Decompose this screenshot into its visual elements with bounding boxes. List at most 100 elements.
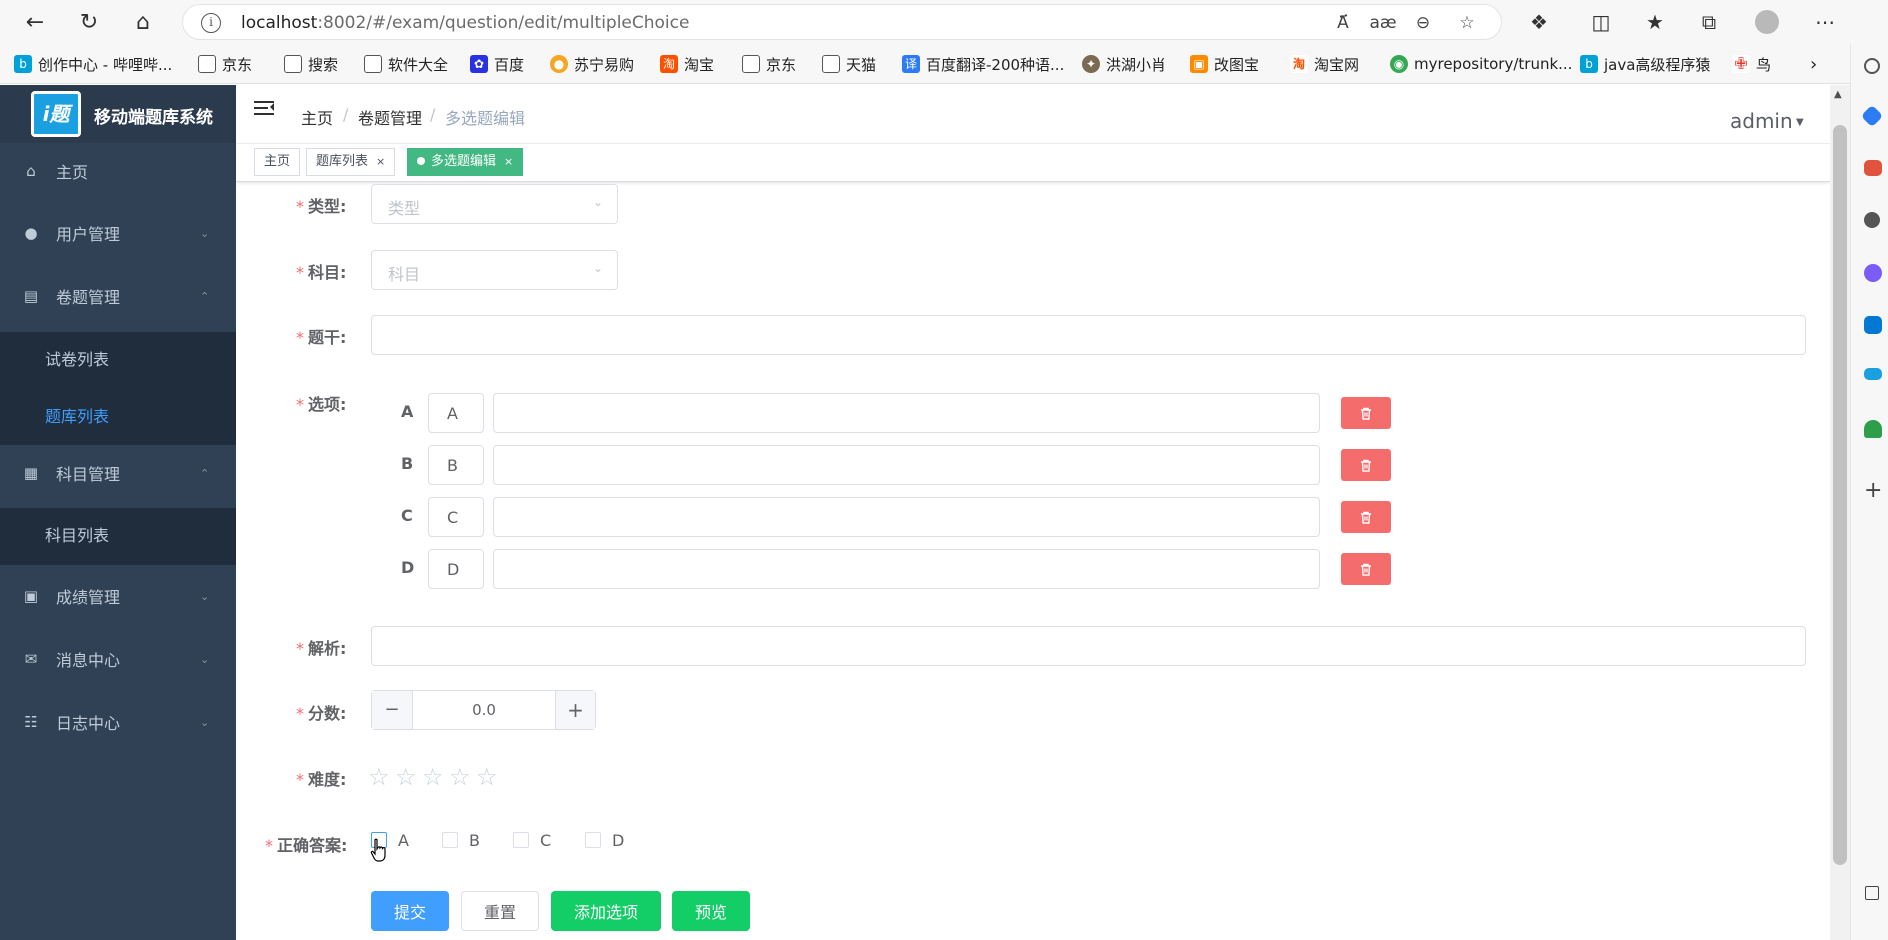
- bookmark-item[interactable]: ✦ 洪湖小肖: [1082, 53, 1166, 75]
- option-key-input[interactable]: B: [428, 445, 484, 485]
- bookmark-item[interactable]: 京东: [198, 53, 252, 75]
- star-icon[interactable]: ☆: [422, 763, 444, 791]
- answer-checkbox[interactable]: [442, 832, 458, 848]
- bookmark-item[interactable]: 京东: [742, 53, 796, 75]
- scroll-thumb[interactable]: [1833, 125, 1847, 865]
- delete-option-button[interactable]: [1341, 397, 1391, 429]
- page-scrollbar[interactable]: ▲: [1830, 85, 1850, 940]
- answer-choice-label[interactable]: C: [540, 831, 551, 850]
- option-key-input[interactable]: C: [428, 497, 484, 537]
- back-icon[interactable]: ←: [18, 6, 52, 38]
- bookmark-item[interactable]: 淘淘宝网: [1290, 53, 1359, 75]
- decrease-button[interactable]: −: [372, 691, 413, 729]
- site-info-icon[interactable]: i: [201, 13, 221, 33]
- option-content-input[interactable]: [493, 393, 1320, 433]
- translate-icon[interactable]: aæ: [1369, 11, 1397, 35]
- increase-button[interactable]: +: [555, 691, 595, 729]
- search-icon[interactable]: [1864, 58, 1880, 74]
- option-key-input[interactable]: A: [428, 393, 484, 433]
- bookmark-item[interactable]: ▣ 改图宝: [1190, 53, 1259, 75]
- bookmark-item[interactable]: 天猫: [822, 53, 876, 75]
- bookmark-item[interactable]: ● 苏宁易购: [550, 53, 634, 75]
- address-bar[interactable]: i localhost:8002/#/exam/question/edit/mu…: [182, 4, 1502, 40]
- sidebar-item-exams[interactable]: ▤ 卷题管理 ⌃: [0, 268, 236, 324]
- sidebar-item-subjects[interactable]: ▦ 科目管理 ⌃: [0, 445, 236, 501]
- preview-button[interactable]: 预览: [672, 891, 750, 931]
- star-icon[interactable]: ☆: [449, 763, 471, 791]
- home-page-icon[interactable]: ⌂: [126, 6, 160, 38]
- option-content-input[interactable]: [493, 497, 1320, 537]
- bookmark-item[interactable]: 软件大全: [364, 53, 448, 75]
- bookmark-item[interactable]: b 创作中心 - 哔哩哔...: [14, 53, 172, 75]
- tag-multiple-choice-edit[interactable]: 多选题编辑 ×: [407, 148, 524, 176]
- sidebar-toggle-icon[interactable]: [1865, 886, 1879, 900]
- reset-button[interactable]: 重置: [461, 891, 539, 931]
- sidebar-item-subject-list[interactable]: 科目列表: [0, 508, 236, 564]
- people-icon[interactable]: [1864, 212, 1880, 228]
- sidebar-item-question-bank[interactable]: 题库列表: [0, 389, 236, 445]
- collections-icon[interactable]: ⧉: [1694, 8, 1724, 36]
- more-icon[interactable]: ⋯: [1810, 8, 1840, 36]
- sidebar-item-paper-list[interactable]: 试卷列表: [0, 332, 236, 388]
- split-screen-icon[interactable]: ◫: [1586, 8, 1616, 36]
- delete-option-button[interactable]: [1341, 501, 1391, 533]
- tools-icon[interactable]: [1864, 160, 1882, 176]
- bookmark-item[interactable]: ✙ 鸟: [1732, 53, 1771, 75]
- option-key-input[interactable]: D: [428, 549, 484, 589]
- type-select[interactable]: 类型 ⌄: [371, 184, 618, 224]
- delete-option-button[interactable]: [1341, 553, 1391, 585]
- caret-down-icon[interactable]: ▼: [1796, 117, 1804, 128]
- sidebar-item-logs[interactable]: ☷ 日志中心 ⌄: [0, 694, 236, 750]
- star-icon[interactable]: ☆: [476, 763, 498, 791]
- add-option-button[interactable]: 添加选项: [551, 891, 661, 931]
- breadcrumb-home[interactable]: 主页: [301, 105, 333, 129]
- stem-input[interactable]: [371, 315, 1806, 355]
- analysis-input[interactable]: [371, 626, 1806, 666]
- bookmark-item[interactable]: ◉ myrepository/trunk...: [1390, 53, 1572, 75]
- submit-button[interactable]: 提交: [371, 891, 449, 931]
- refresh-icon[interactable]: ↻: [72, 6, 106, 38]
- sidebar-item-users[interactable]: ● 用户管理 ⌄: [0, 205, 236, 261]
- star-icon[interactable]: ☆: [395, 763, 417, 791]
- answer-checkbox[interactable]: [513, 832, 529, 848]
- copilot-icon[interactable]: [1864, 264, 1882, 282]
- favorites-icon[interactable]: ★: [1640, 8, 1670, 36]
- option-content-input[interactable]: [493, 445, 1320, 485]
- bookmark-item[interactable]: ✿ 百度: [470, 53, 524, 75]
- extensions-icon[interactable]: ❖: [1524, 8, 1554, 36]
- sidebar-item-scores[interactable]: ▣ 成绩管理 ⌄: [0, 568, 236, 624]
- read-aloud-icon[interactable]: A҃: [1329, 11, 1357, 35]
- sidebar-item-messages[interactable]: ✉ 消息中心 ⌄: [0, 631, 236, 687]
- tag-question-bank[interactable]: 题库列表 ×: [306, 148, 396, 176]
- close-icon[interactable]: ×: [504, 155, 513, 168]
- bookmarks-more-icon[interactable]: ›: [1810, 53, 1817, 75]
- close-icon[interactable]: ×: [376, 155, 385, 168]
- delete-option-button[interactable]: [1341, 449, 1391, 481]
- answer-choice-label[interactable]: B: [469, 831, 480, 850]
- sidebar-item-home[interactable]: ⌂ 主页: [0, 143, 236, 199]
- subject-select[interactable]: 科目 ⌄: [371, 250, 618, 290]
- discover-icon[interactable]: [1860, 104, 1884, 128]
- hamburger-icon[interactable]: [254, 101, 276, 121]
- answer-choice-label[interactable]: A: [398, 831, 409, 850]
- option-content-input[interactable]: [493, 549, 1320, 589]
- user-menu[interactable]: admin: [1730, 109, 1793, 133]
- breadcrumb-exams[interactable]: 卷题管理: [358, 105, 422, 129]
- profile-icon[interactable]: [1752, 8, 1782, 36]
- bookmark-item[interactable]: 淘淘宝: [660, 53, 714, 75]
- star-icon[interactable]: ☆: [368, 763, 390, 791]
- zoom-icon[interactable]: ⊖: [1409, 11, 1437, 35]
- send-icon[interactable]: [1864, 368, 1882, 380]
- tree-icon[interactable]: [1864, 420, 1882, 438]
- bookmark-item[interactable]: 译百度翻译-200种语...: [902, 53, 1064, 75]
- tag-home[interactable]: 主页: [254, 148, 301, 176]
- score-input[interactable]: 0.0: [414, 691, 554, 729]
- answer-choice-label[interactable]: D: [612, 831, 624, 850]
- answer-checkbox[interactable]: [585, 832, 601, 848]
- bookmark-item[interactable]: 搜索: [284, 53, 338, 75]
- add-icon[interactable]: +: [1864, 478, 1882, 503]
- favorite-add-icon[interactable]: ☆: [1453, 11, 1481, 35]
- scroll-up-icon[interactable]: ▲: [1834, 89, 1842, 100]
- logo[interactable]: i题 移动端题库系统: [0, 85, 236, 143]
- outlook-icon[interactable]: [1864, 316, 1882, 334]
